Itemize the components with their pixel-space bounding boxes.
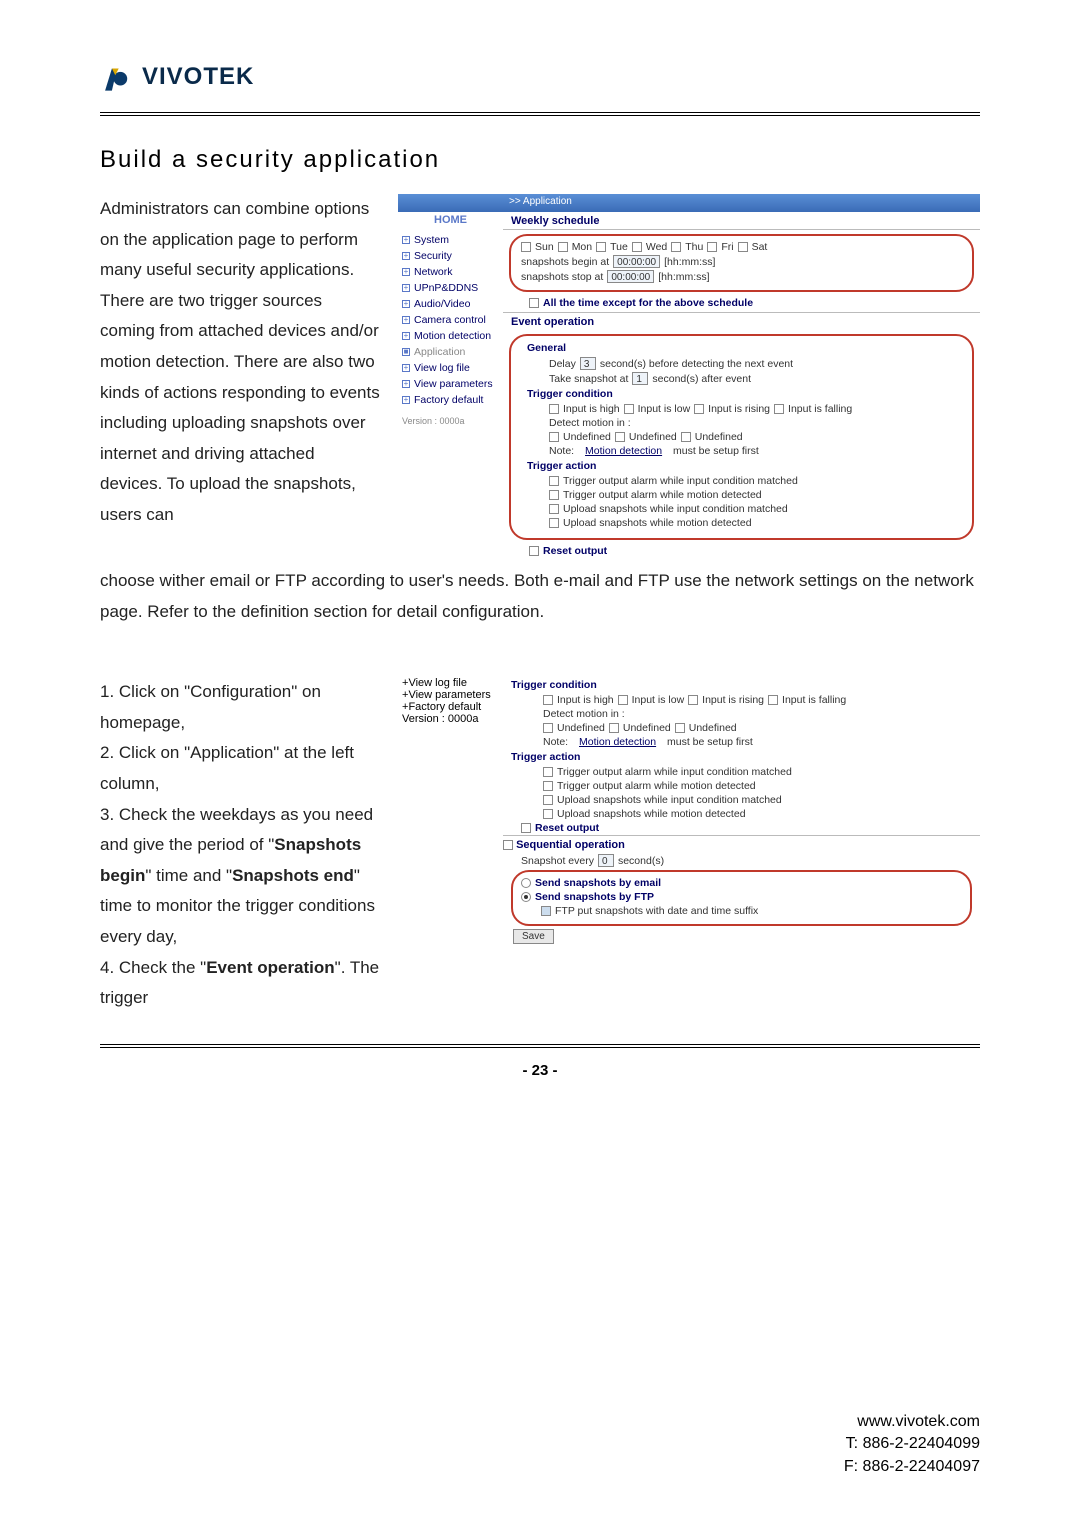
- intro-paragraph-left: Administrators can combine options on th…: [100, 194, 380, 531]
- nav-viewlog-2[interactable]: +View log file: [402, 677, 499, 689]
- save-button[interactable]: Save: [513, 929, 554, 944]
- nav-motion[interactable]: +Motion detection: [402, 328, 499, 344]
- cb-ta4[interactable]: [549, 518, 559, 528]
- nav-viewparams[interactable]: +View parameters: [402, 376, 499, 392]
- vivotek-icon: [100, 60, 134, 94]
- cb-ta2[interactable]: [549, 490, 559, 500]
- cb2-ta4[interactable]: [543, 809, 553, 819]
- version-label: Version : 0000a: [402, 416, 499, 426]
- cb2-in-low[interactable]: [618, 695, 628, 705]
- nav-camera[interactable]: +Camera control: [402, 312, 499, 328]
- input-delay[interactable]: 3: [580, 357, 596, 370]
- cb2-in-fall[interactable]: [768, 695, 778, 705]
- brand-name: VIVOTEK: [142, 63, 254, 91]
- trigger-action-header: Trigger action: [521, 458, 962, 474]
- input-snap-every[interactable]: 0: [598, 854, 614, 867]
- highlight-weekly-schedule: Sun Mon Tue Wed Thu Fri Sat snapshots be…: [509, 234, 974, 292]
- cb-undef2[interactable]: [615, 432, 625, 442]
- link-motion-detection[interactable]: Motion detection: [585, 445, 662, 457]
- cb-undef1[interactable]: [549, 432, 559, 442]
- detect-motion-label: Detect motion in :: [521, 416, 962, 430]
- footer-tel: T: 886-2-22404099: [844, 1433, 980, 1455]
- cb-in-low[interactable]: [624, 404, 634, 414]
- sidebar: HOME +System +Security +Network +UPnP&DD…: [398, 194, 503, 562]
- nav-network[interactable]: +Network: [402, 264, 499, 280]
- steps-text: 1. Click on "Configuration" on homepage,…: [100, 677, 380, 1014]
- nav-security[interactable]: +Security: [402, 248, 499, 264]
- cb-in-fall[interactable]: [774, 404, 784, 414]
- cb2-in-high[interactable]: [543, 695, 553, 705]
- nav-av[interactable]: +Audio/Video: [402, 296, 499, 312]
- highlight-event-operation: General Delay 3 second(s) before detecti…: [509, 334, 974, 540]
- checkbox-reset-output-2[interactable]: [521, 823, 531, 833]
- divider-bottom: [100, 1044, 980, 1048]
- cb-undef3[interactable]: [681, 432, 691, 442]
- nav-factory-2[interactable]: +Factory default: [402, 701, 499, 713]
- footer: www.vivotek.com T: 886-2-22404099 F: 886…: [844, 1411, 980, 1478]
- checkbox-wed[interactable]: [632, 242, 642, 252]
- cb-ta1[interactable]: [549, 476, 559, 486]
- input-snap-begin[interactable]: 00:00:00: [613, 255, 660, 268]
- cb2-ta2[interactable]: [543, 781, 553, 791]
- nav-viewlog[interactable]: +View log file: [402, 360, 499, 376]
- input-takesnap[interactable]: 1: [632, 372, 648, 385]
- checkbox-mon[interactable]: [558, 242, 568, 252]
- checkbox-tue[interactable]: [596, 242, 606, 252]
- app-main-panel: >> Application Weekly schedule Sun Mon T…: [503, 194, 980, 562]
- cb-in-high[interactable]: [549, 404, 559, 414]
- link-motion-detection-2[interactable]: Motion detection: [579, 736, 656, 748]
- general-header: General: [521, 340, 962, 356]
- page-number: - 23 -: [100, 1062, 980, 1079]
- divider-top: [100, 112, 980, 116]
- cb-ta3[interactable]: [549, 504, 559, 514]
- footer-fax: F: 886-2-22404097: [844, 1456, 980, 1478]
- intro-paragraph-cont: choose wither email or FTP according to …: [100, 566, 980, 627]
- radio-send-email[interactable]: [521, 878, 531, 888]
- version-label-2: Version : 0000a: [402, 713, 499, 725]
- radio-send-ftp[interactable]: [521, 892, 531, 902]
- screenshot-application-top: HOME +System +Security +Network +UPnP&DD…: [398, 194, 980, 562]
- cb2-undef2[interactable]: [609, 723, 619, 733]
- page-title: Build a security application: [100, 146, 980, 174]
- nav-system[interactable]: +System: [402, 232, 499, 248]
- trigger-condition-header: Trigger condition: [521, 386, 962, 402]
- weekly-schedule-header: Weekly schedule: [503, 212, 980, 230]
- footer-url: www.vivotek.com: [844, 1411, 980, 1433]
- checkbox-sun[interactable]: [521, 242, 531, 252]
- cb2-ta3[interactable]: [543, 795, 553, 805]
- nav-factory[interactable]: +Factory default: [402, 392, 499, 408]
- detect-motion-label-2: Detect motion in :: [503, 707, 980, 721]
- checkbox-thu[interactable]: [671, 242, 681, 252]
- checkbox-seq-op[interactable]: [503, 840, 513, 850]
- checkbox-ftp-suffix[interactable]: [541, 906, 551, 916]
- trigger-action-header-2: Trigger action: [503, 749, 980, 765]
- nav-upnp[interactable]: +UPnP&DDNS: [402, 280, 499, 296]
- cb2-undef1[interactable]: [543, 723, 553, 733]
- highlight-send-snapshots: Send snapshots by email Send snapshots b…: [511, 870, 972, 926]
- nav-application[interactable]: ■Application: [402, 344, 499, 360]
- cb2-in-rise[interactable]: [688, 695, 698, 705]
- cb2-ta1[interactable]: [543, 767, 553, 777]
- cb-in-rise[interactable]: [694, 404, 704, 414]
- trigger-condition-header-2: Trigger condition: [503, 677, 980, 693]
- sidebar-fragment: +View log file +View parameters +Factory…: [398, 677, 503, 945]
- screenshot-application-bottom: +View log file +View parameters +Factory…: [398, 677, 980, 945]
- brand-logo: VIVOTEK: [100, 60, 980, 94]
- nav-viewparams-2[interactable]: +View parameters: [402, 689, 499, 701]
- cb2-undef3[interactable]: [675, 723, 685, 733]
- checkbox-reset-output[interactable]: [529, 546, 539, 556]
- nav-home[interactable]: HOME: [402, 212, 499, 232]
- checkbox-sat[interactable]: [738, 242, 748, 252]
- event-operation-header: Event operation: [503, 312, 980, 330]
- checkbox-fri[interactable]: [707, 242, 717, 252]
- app-header-bar: >> Application: [503, 194, 980, 212]
- input-snap-stop[interactable]: 00:00:00: [607, 270, 654, 283]
- checkbox-alltime[interactable]: [529, 298, 539, 308]
